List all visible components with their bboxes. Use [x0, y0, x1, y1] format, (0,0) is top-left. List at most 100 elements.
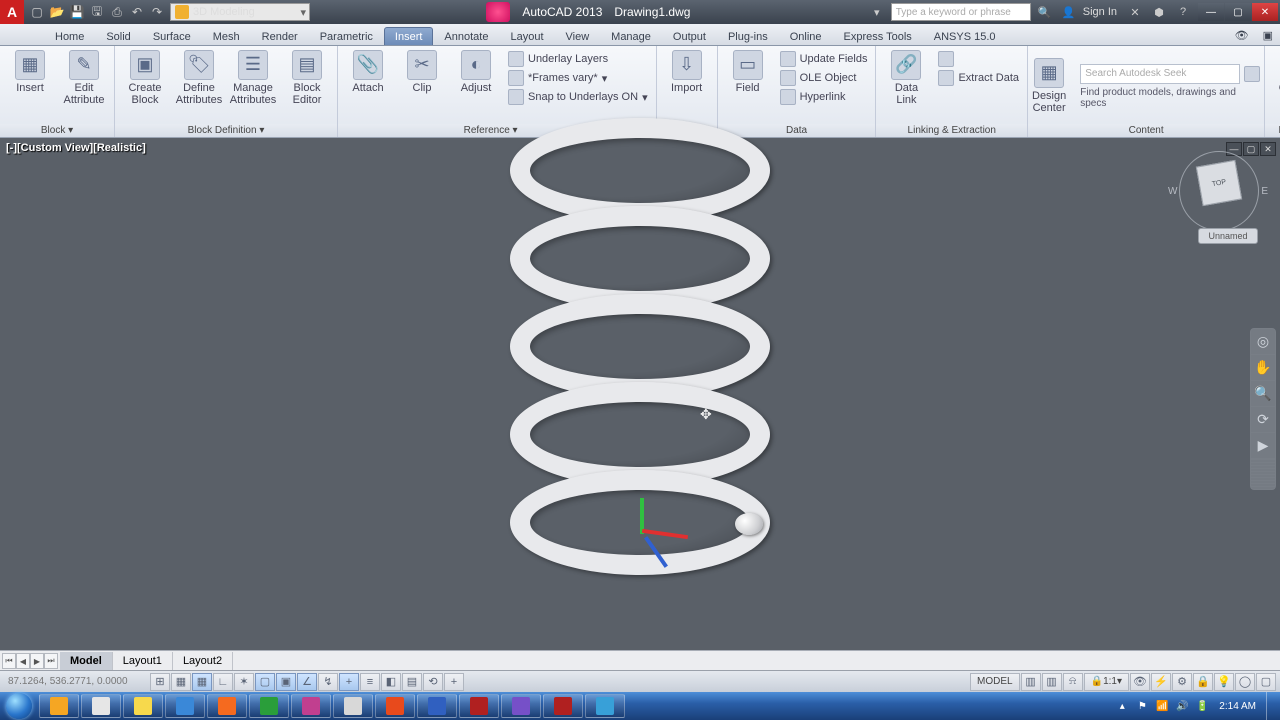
tab-solid[interactable]: Solid [95, 27, 141, 45]
tab-ansys[interactable]: ANSYS 15.0 [923, 27, 1007, 45]
maximize-button[interactable]: ▢ [1225, 3, 1251, 21]
ducs-icon[interactable]: ↯ [318, 673, 338, 691]
taskbar-app-11[interactable] [501, 694, 541, 718]
qat-redo-icon[interactable]: ↷ [148, 3, 166, 21]
qat-saveas-icon[interactable]: 🖫 [88, 3, 106, 21]
nav-orbit-icon[interactable]: ⟳ [1251, 407, 1275, 433]
tab-online[interactable]: Online [779, 27, 833, 45]
taskbar-app-7[interactable] [333, 694, 373, 718]
lineweight-icon[interactable]: ≡ [360, 673, 380, 691]
taskbar-app-6[interactable] [291, 694, 331, 718]
close-button[interactable]: ✕ [1252, 3, 1278, 21]
tab-annotate[interactable]: Annotate [433, 27, 499, 45]
ribbon-minimize-icon[interactable]: ▣ [1256, 25, 1280, 45]
ltab-last-icon[interactable]: ⏭ [44, 653, 58, 669]
taskbar-app-3[interactable] [165, 694, 205, 718]
field-button[interactable]: ▭Field [722, 48, 774, 96]
search-go-icon[interactable]: 🔍 [1035, 3, 1055, 21]
infocenter-search[interactable]: Type a keyword or phrase [891, 3, 1031, 21]
compass-w[interactable]: W [1168, 186, 1177, 197]
viewcube[interactable]: TOP W E S [1174, 146, 1264, 236]
infer-constraints-icon[interactable]: ⊞ [150, 673, 170, 691]
import-button[interactable]: ⇩Import [661, 48, 713, 96]
update-fields-button[interactable]: Update Fields [778, 50, 870, 68]
minimize-button[interactable]: — [1198, 3, 1224, 21]
ortho-mode-icon[interactable]: ∟ [213, 673, 233, 691]
annotation-visibility-icon[interactable]: 👁 [1130, 673, 1150, 691]
coordinate-display[interactable]: 87.1264, 536.2771, 0.0000 [0, 676, 150, 687]
nav-zoom-icon[interactable]: 🔍 [1251, 381, 1275, 407]
taskbar-app-12[interactable] [543, 694, 583, 718]
panel-linking-title[interactable]: Linking & Extraction [876, 124, 1027, 137]
stay-connected-icon[interactable]: ⬢ [1149, 3, 1169, 21]
viewcube-cube[interactable]: TOP [1196, 160, 1242, 206]
tray-network-icon[interactable]: 📶 [1155, 699, 1169, 713]
isolate-objects-icon[interactable]: ◯ [1235, 673, 1255, 691]
clean-screen-icon[interactable]: ▢ [1256, 673, 1276, 691]
tray-power-icon[interactable]: 🔋 [1195, 699, 1209, 713]
taskbar-app-0[interactable] [39, 694, 79, 718]
quick-properties-icon[interactable]: ▤ [402, 673, 422, 691]
tab-parametric[interactable]: Parametric [309, 27, 384, 45]
quickview-layouts-icon[interactable]: ▥ [1021, 673, 1041, 691]
show-desktop-button[interactable] [1266, 692, 1276, 720]
tab-plugins[interactable]: Plug-ins [717, 27, 779, 45]
tab-output[interactable]: Output [662, 27, 717, 45]
ribbon-visibility-icon[interactable]: 👁 [1228, 25, 1256, 45]
exchange-icon[interactable]: ✕ [1125, 3, 1145, 21]
download-source-button[interactable] [936, 50, 1021, 68]
nav-grip[interactable] [1251, 459, 1275, 489]
taskbar-app-8[interactable] [375, 694, 415, 718]
workspace-selector[interactable]: 3D Modeling [170, 3, 310, 21]
ltab-next-icon[interactable]: ▶ [30, 653, 44, 669]
toolbar-lock-icon[interactable]: 🔒 [1193, 673, 1213, 691]
taskbar-app-10[interactable] [459, 694, 499, 718]
qat-plot-icon[interactable]: ⎙ [108, 3, 126, 21]
qat-undo-icon[interactable]: ↶ [128, 3, 146, 21]
annotation-scale-icon[interactable]: ⍾ [1063, 673, 1083, 691]
layout-tab-layout2[interactable]: Layout2 [173, 652, 233, 670]
define-attributes-button[interactable]: 🏷Define Attributes [173, 48, 225, 108]
tab-surface[interactable]: Surface [142, 27, 202, 45]
modelspace-button[interactable]: MODEL [970, 673, 1020, 691]
tab-express[interactable]: Express Tools [833, 27, 923, 45]
extract-data-button[interactable]: Extract Data [936, 69, 1021, 87]
snap-underlays-button[interactable]: Snap to Underlays ON ▾ [506, 88, 650, 106]
hardware-accel-icon[interactable]: 💡 [1214, 673, 1234, 691]
annotation-monitor-icon[interactable]: + [444, 673, 464, 691]
panel-block-title[interactable]: Block [0, 124, 114, 137]
nav-showmotion-icon[interactable]: ▶ [1251, 433, 1275, 459]
taskbar-app-2[interactable] [123, 694, 163, 718]
panel-content-title[interactable]: Content [1028, 124, 1264, 137]
qat-save-icon[interactable]: 💾 [68, 3, 86, 21]
edit-attribute-button[interactable]: ✎Edit Attribute [58, 48, 110, 108]
taskbar-app-13[interactable] [585, 694, 625, 718]
adjust-button[interactable]: ◐Adjust [450, 48, 502, 96]
polar-tracking-icon[interactable]: ✶ [234, 673, 254, 691]
quickview-drawings-icon[interactable]: ▥ [1042, 673, 1062, 691]
layout-tab-model[interactable]: Model [60, 652, 113, 670]
attach-button[interactable]: 📎Attach [342, 48, 394, 96]
data-link-button[interactable]: 🔗Data Link [880, 48, 932, 108]
ltab-first-icon[interactable]: ⏮ [2, 653, 16, 669]
taskbar-app-1[interactable] [81, 694, 121, 718]
start-button[interactable] [0, 692, 38, 720]
create-pointcloud-button[interactable]: ⁘Create Point Cloud [1269, 48, 1280, 120]
panel-blockdef-title[interactable]: Block Definition [115, 124, 337, 137]
grid-display-icon[interactable]: ▦ [192, 673, 212, 691]
transparency-icon[interactable]: ◧ [381, 673, 401, 691]
annotation-scale[interactable]: 🔒 1:1 ▾ [1084, 673, 1129, 691]
drawing-area[interactable]: [-][Custom View][Realistic] — ▢ ✕ ✥ TOP … [0, 138, 1280, 650]
3dosnap-icon[interactable]: ▣ [276, 673, 296, 691]
dyn-input-icon[interactable]: + [339, 673, 359, 691]
viewcube-view-menu[interactable]: Unnamed [1198, 228, 1258, 244]
tray-volume-icon[interactable]: 🔊 [1175, 699, 1189, 713]
title-dropdown-icon[interactable]: ▾ [867, 3, 887, 21]
tray-up-icon[interactable]: ▴ [1115, 699, 1129, 713]
frames-vary-button[interactable]: *Frames vary* ▾ [506, 69, 650, 87]
ltab-prev-icon[interactable]: ◀ [16, 653, 30, 669]
app-menu-button[interactable]: A [0, 0, 24, 24]
underlay-layers-button[interactable]: Underlay Layers [506, 50, 650, 68]
compass-e[interactable]: E [1261, 186, 1268, 197]
snap-mode-icon[interactable]: ▦ [171, 673, 191, 691]
